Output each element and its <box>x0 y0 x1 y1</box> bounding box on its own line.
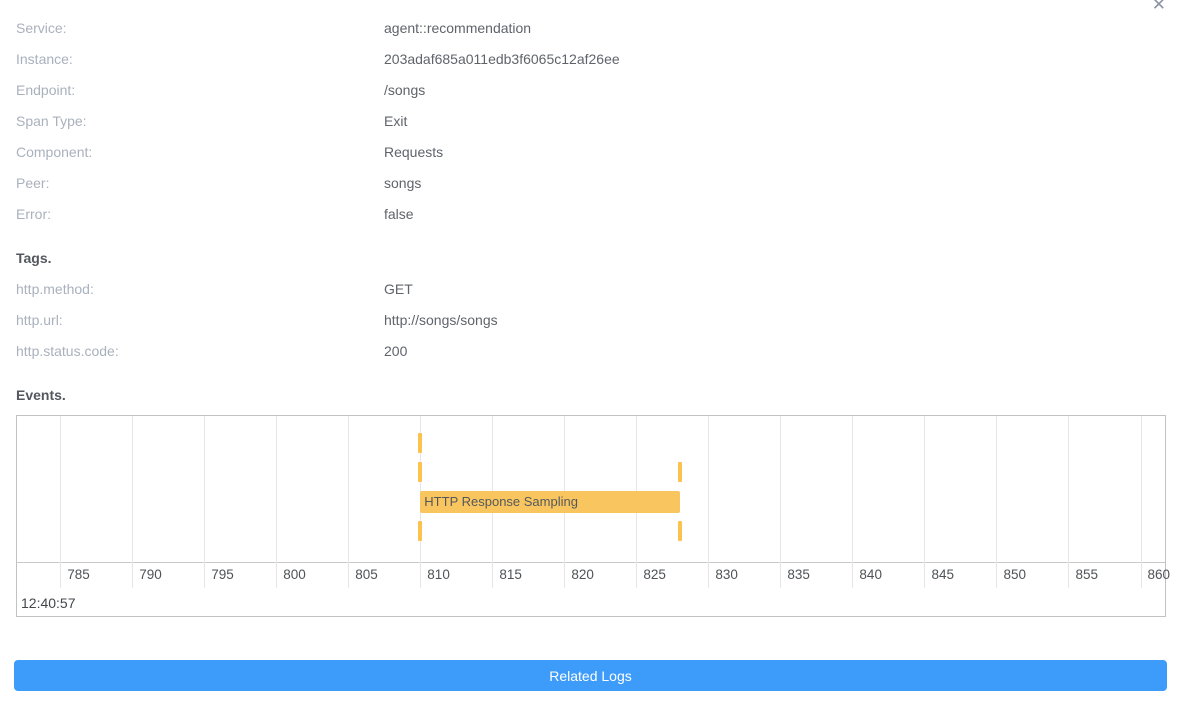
axis-tick-label: 795 <box>211 567 234 582</box>
event-tick-mark <box>678 521 682 541</box>
axis-tick-label: 855 <box>1075 567 1098 582</box>
field-value-endpoint: /songs <box>384 82 425 98</box>
chart-gridline <box>1141 416 1142 588</box>
tag-label-http-method: http.method: <box>0 281 384 297</box>
tag-row: http.status.code: 200 <box>0 335 1180 366</box>
chart-gridline <box>924 416 925 588</box>
tag-row: http.method: GET <box>0 273 1180 304</box>
chart-time-label: 12:40:57 <box>21 595 76 611</box>
span-detail-panel: Service: agent::recommendation Instance:… <box>0 0 1180 691</box>
field-label-error: Error: <box>0 206 384 222</box>
axis-tick-label: 790 <box>139 567 162 582</box>
field-row: Instance: 203adaf685a011edb3f6065c12af26… <box>0 43 1180 74</box>
field-label-service: Service: <box>0 20 384 36</box>
chart-gridline <box>132 416 133 588</box>
field-row: Error: false <box>0 198 1180 229</box>
axis-tick-label: 840 <box>859 567 882 582</box>
event-tick-mark <box>418 521 422 541</box>
event-tick-mark <box>418 433 422 453</box>
field-label-instance: Instance: <box>0 51 384 67</box>
field-row: Endpoint: /songs <box>0 74 1180 105</box>
axis-tick-label: 830 <box>715 567 738 582</box>
chart-gridline <box>204 416 205 588</box>
field-label-peer: Peer: <box>0 175 384 191</box>
field-row: Service: agent::recommendation <box>0 12 1180 43</box>
field-value-service: agent::recommendation <box>384 20 531 36</box>
tag-label-http-url: http.url: <box>0 312 384 328</box>
event-tick-mark <box>418 462 422 482</box>
field-value-span-type: Exit <box>384 113 407 129</box>
axis-tick-label: 800 <box>283 567 306 582</box>
field-row: Peer: songs <box>0 167 1180 198</box>
field-label-span-type: Span Type: <box>0 113 384 129</box>
chart-gridline <box>276 416 277 588</box>
field-row: Component: Requests <box>0 136 1180 167</box>
field-value-instance: 203adaf685a011edb3f6065c12af26ee <box>384 51 620 67</box>
event-span-bar[interactable]: HTTP Response Sampling <box>420 491 679 513</box>
axis-tick-label: 860 <box>1148 567 1171 582</box>
field-row: Span Type: Exit <box>0 105 1180 136</box>
axis-tick-label: 850 <box>1003 567 1026 582</box>
tag-value-http-status-code: 200 <box>384 343 407 359</box>
events-section-header: Events. <box>0 379 1180 410</box>
chart-gridline <box>780 416 781 588</box>
related-logs-button[interactable]: Related Logs <box>14 660 1167 691</box>
chart-x-axis-line <box>17 562 1165 563</box>
field-label-endpoint: Endpoint: <box>0 82 384 98</box>
chart-gridline <box>348 416 349 588</box>
chart-gridline <box>708 416 709 588</box>
tag-value-http-method: GET <box>384 281 413 297</box>
field-value-peer: songs <box>384 175 421 191</box>
chart-gridline <box>852 416 853 588</box>
axis-tick-label: 845 <box>931 567 954 582</box>
close-icon[interactable]: ✕ <box>1152 0 1166 13</box>
axis-tick-label: 810 <box>427 567 450 582</box>
axis-tick-label: 835 <box>787 567 810 582</box>
field-label-component: Component: <box>0 144 384 160</box>
tag-row: http.url: http://songs/songs <box>0 304 1180 335</box>
events-timeline-chart: 12:40:57 785 790 795 800 805 810 815 820 825 830 8… <box>16 415 1166 617</box>
axis-tick-label: 785 <box>67 567 90 582</box>
chart-gridline <box>996 416 997 588</box>
axis-tick-label: 825 <box>643 567 666 582</box>
event-tick-mark <box>678 462 682 482</box>
field-value-error: false <box>384 206 414 222</box>
tag-value-http-url: http://songs/songs <box>384 312 498 328</box>
chart-gridline <box>1068 416 1069 588</box>
tags-section-header: Tags. <box>0 242 1180 273</box>
tag-label-http-status-code: http.status.code: <box>0 343 384 359</box>
axis-tick-label: 820 <box>571 567 594 582</box>
event-span-label: HTTP Response Sampling <box>424 494 578 509</box>
chart-gridline <box>60 416 61 588</box>
field-value-component: Requests <box>384 144 443 160</box>
axis-tick-label: 805 <box>355 567 378 582</box>
axis-tick-label: 815 <box>499 567 522 582</box>
